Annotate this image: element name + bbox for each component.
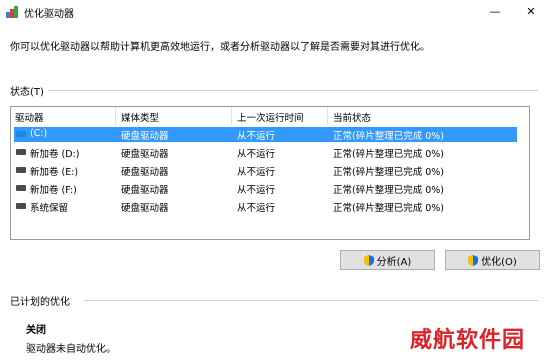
last-run: 从不运行 <box>237 131 276 142</box>
last-run: 从不运行 <box>237 167 276 178</box>
column-separator[interactable] <box>115 107 116 125</box>
optimize-label: 优化(O) <box>481 256 517 268</box>
drive-status: 正常(碎片整理已完成 0%) <box>333 131 445 142</box>
last-run: 从不运行 <box>237 203 276 214</box>
media-type: 硬盘驱动器 <box>121 149 169 160</box>
column-separator[interactable] <box>327 107 328 125</box>
drive-row[interactable]: 新加卷 (F:) 硬盘驱动器 从不运行 正常(碎片整理已完成 0%) <box>14 181 517 196</box>
drive-name: 新加卷 (D:) <box>30 149 80 160</box>
drive-status: 正常(碎片整理已完成 0%) <box>333 203 445 214</box>
media-type: 硬盘驱动器 <box>121 185 169 196</box>
windows-drive-icon <box>16 131 26 137</box>
close-button[interactable]: ✕ <box>514 0 548 22</box>
uac-shield-icon <box>363 254 374 266</box>
title-bar: 优化驱动器 — ✕ <box>0 0 550 26</box>
drive-icon <box>16 167 26 173</box>
drive-name: 系统保留 <box>30 203 69 214</box>
drive-row[interactable]: 系统保留 硬盘驱动器 从不运行 正常(碎片整理已完成 0%) <box>14 199 517 214</box>
column-header-media-type[interactable]: 媒体类型 <box>121 110 159 124</box>
schedule-state: 关闭 <box>26 325 46 336</box>
column-header-drive[interactable]: 驱动器 <box>15 110 44 124</box>
drive-name: (C:) <box>30 128 48 139</box>
drive-list[interactable]: 驱动器 媒体类型 上一次运行时间 当前状态 (C:) 硬盘驱动器 从不运行 正常… <box>10 106 530 240</box>
drive-icon <box>16 185 26 191</box>
window-title: 优化驱动器 <box>24 9 74 20</box>
drive-status: 正常(碎片整理已完成 0%) <box>333 185 445 196</box>
uac-shield-icon <box>468 254 479 266</box>
last-run: 从不运行 <box>237 149 276 160</box>
column-header-current-status[interactable]: 当前状态 <box>333 110 371 124</box>
drive-row[interactable]: 新加卷 (E:) 硬盘驱动器 从不运行 正常(碎片整理已完成 0%) <box>14 163 517 178</box>
drive-name: 新加卷 (E:) <box>30 167 79 178</box>
drive-status: 正常(碎片整理已完成 0%) <box>333 149 445 160</box>
analyze-label: 分析(A) <box>376 256 412 268</box>
last-run: 从不运行 <box>237 185 276 196</box>
column-separator[interactable] <box>231 107 232 125</box>
minimize-button[interactable]: — <box>478 0 512 22</box>
schedule-description: 驱动器未自动优化。 <box>26 344 116 355</box>
drive-row[interactable]: (C:) 硬盘驱动器 从不运行 正常(碎片整理已完成 0%) <box>14 127 517 142</box>
status-divider <box>48 90 538 91</box>
status-section-label: 状态(T) <box>10 87 44 98</box>
intro-text: 你可以优化驱动器以帮助计算机更高效地运行，或者分析驱动器以了解是否需要对其进行优… <box>10 42 430 53</box>
optimize-button[interactable]: 优化(O) <box>445 250 540 270</box>
column-header-last-run[interactable]: 上一次运行时间 <box>237 110 304 124</box>
scheduled-section-label: 已计划的优化 <box>10 297 70 308</box>
media-type: 硬盘驱动器 <box>121 203 169 214</box>
drive-name: 新加卷 (F:) <box>30 185 77 196</box>
drive-icon <box>16 203 26 209</box>
drive-row[interactable]: 新加卷 (D:) 硬盘驱动器 从不运行 正常(碎片整理已完成 0%) <box>14 145 517 160</box>
watermark-text: 威航软件园 <box>410 327 526 353</box>
scheduled-divider <box>84 300 538 301</box>
drive-status: 正常(碎片整理已完成 0%) <box>333 167 445 178</box>
defrag-app-icon <box>6 6 18 18</box>
minimize-icon: — <box>489 4 501 18</box>
media-type: 硬盘驱动器 <box>121 167 169 178</box>
media-type: 硬盘驱动器 <box>121 131 169 142</box>
drive-list-header: 驱动器 媒体类型 上一次运行时间 当前状态 <box>11 107 529 125</box>
analyze-button[interactable]: 分析(A) <box>340 250 435 270</box>
drive-icon <box>16 149 26 155</box>
close-icon: ✕ <box>526 4 536 18</box>
